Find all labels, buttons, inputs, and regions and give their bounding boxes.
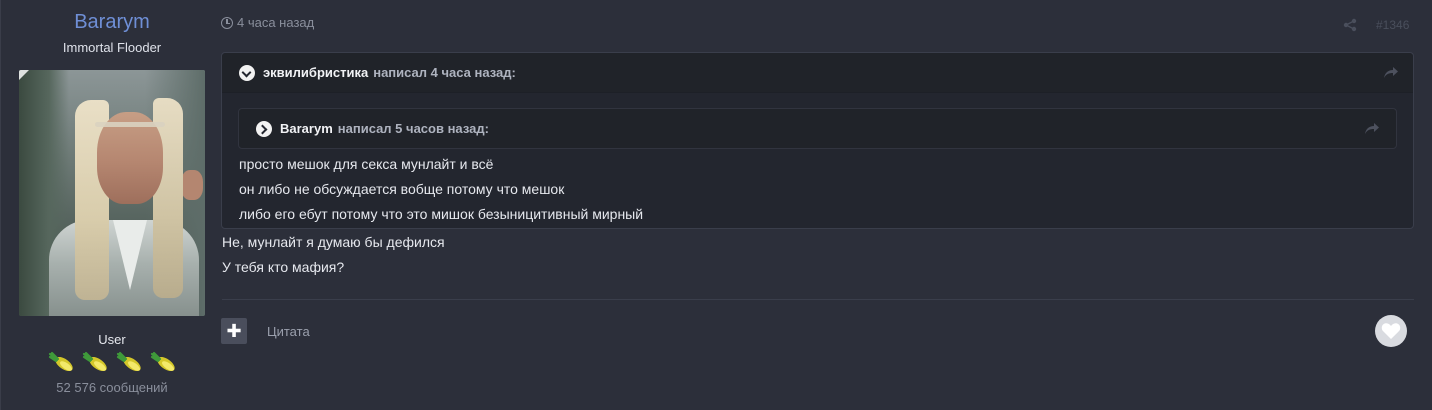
post-author-panel: Bararym Immortal Flooder User 52 576 соо… — [0, 0, 224, 410]
message-count: 52 576 сообщений — [56, 380, 168, 395]
nested-quote-author: Bararym — [280, 120, 333, 136]
quote-header[interactable]: эквилибристика написал 4 часа назад: — [222, 53, 1413, 93]
post-body: Не, мунлайт я думаю бы дефился У тебя кт… — [222, 230, 445, 280]
username-link[interactable]: Bararym — [0, 9, 224, 35]
user-role: User — [98, 332, 126, 347]
avatar[interactable] — [19, 70, 205, 316]
nested-quote-attribution: написал 5 часов назад: — [337, 120, 489, 136]
post-number-link[interactable]: #1346 — [1376, 17, 1409, 33]
body-line: У тебя кто мафия? — [222, 259, 345, 275]
user-badges — [46, 350, 182, 376]
quote-line: просто мешок для секса мунлайт и всё — [239, 156, 494, 172]
post-timestamp[interactable]: 4 часа назад — [221, 15, 314, 31]
blockquote: эквилибристика написал 4 часа назад: Bar… — [221, 52, 1414, 229]
quote-attribution: написал 4 часа назад: — [373, 64, 516, 80]
body-line: Не, мунлайт я думаю бы дефился — [222, 234, 445, 250]
quote-button[interactable]: Цитата — [267, 324, 310, 340]
goto-post-icon[interactable] — [1364, 121, 1380, 135]
like-button[interactable] — [1375, 315, 1407, 347]
badge-icon — [116, 351, 141, 372]
forum-post: Bararym Immortal Flooder User 52 576 соо… — [0, 0, 1432, 410]
nested-quote-header[interactable]: Bararym написал 5 часов назад: — [238, 108, 1397, 149]
badge-icon — [150, 351, 175, 372]
divider — [222, 299, 1414, 300]
post-time: 4 часа назад — [237, 15, 315, 30]
quote-text: просто мешок для секса мунлайт и всё он … — [239, 152, 643, 227]
clock-icon — [221, 17, 233, 29]
chevron-down-icon[interactable] — [239, 64, 255, 81]
quote-line: он либо не обсуждается вобще потому что … — [239, 181, 565, 197]
user-title: Immortal Flooder — [62, 40, 162, 55]
goto-post-icon[interactable] — [1383, 65, 1399, 79]
chevron-right-icon[interactable] — [256, 120, 272, 137]
quote-author: эквилибристика — [263, 64, 369, 80]
share-icon[interactable] — [1343, 18, 1357, 32]
badge-icon — [82, 351, 107, 372]
quote-line: либо его ебут потому что это мишок безын… — [239, 206, 644, 222]
heart-icon — [1381, 323, 1401, 339]
badge-icon — [48, 351, 73, 372]
multiquote-plus-button[interactable]: ✚ — [221, 318, 247, 344]
